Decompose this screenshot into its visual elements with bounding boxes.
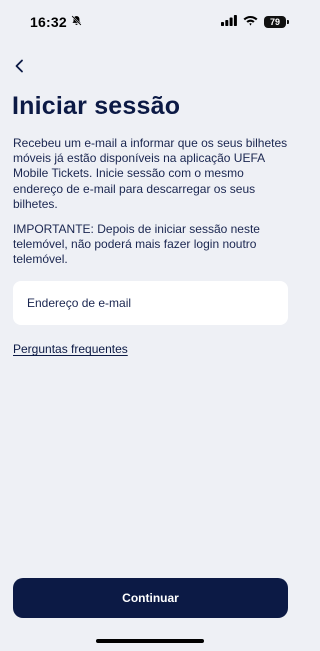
time-group: 16:32 xyxy=(30,13,82,31)
battery-icon: 79 xyxy=(264,16,289,28)
status-bar: 16:32 79 xyxy=(0,0,300,44)
continue-button[interactable]: Continuar xyxy=(13,578,288,618)
intro-paragraph: Recebeu um e-mail a informar que os seus… xyxy=(13,136,288,211)
login-screen: 16:32 79 Iniciar sessão Recebeu um e-mai… xyxy=(0,0,300,651)
home-indicator[interactable] xyxy=(96,639,204,643)
status-time: 16:32 xyxy=(30,14,67,30)
bell-slash-icon xyxy=(71,13,82,31)
email-field[interactable]: Endereço de e-mail xyxy=(13,281,288,325)
back-button[interactable] xyxy=(8,54,32,78)
important-notice: IMPORTANTE: Depois de iniciar sessão nes… xyxy=(13,222,260,267)
email-placeholder: Endereço de e-mail xyxy=(27,296,132,310)
page-title: Iniciar sessão xyxy=(12,92,181,120)
status-indicators: 79 xyxy=(221,13,289,31)
faq-link[interactable]: Perguntas frequentes xyxy=(13,342,128,356)
chevron-left-icon xyxy=(15,59,23,73)
battery-level: 79 xyxy=(269,17,280,27)
signal-icon xyxy=(221,13,237,31)
wifi-icon xyxy=(243,13,258,31)
